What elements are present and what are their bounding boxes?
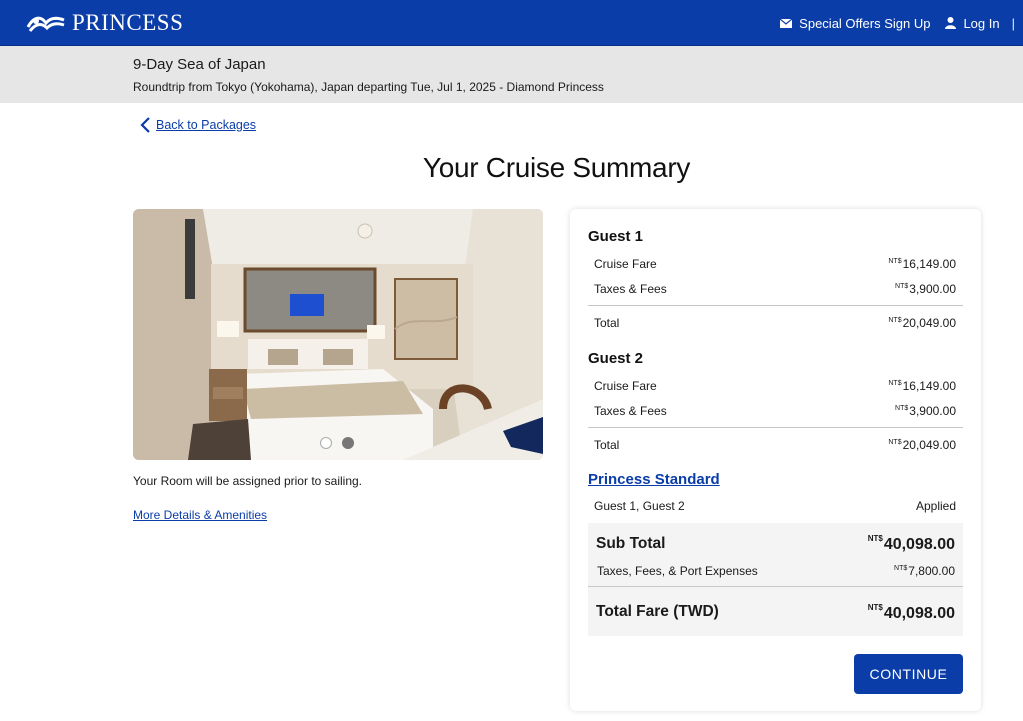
carousel-dot-1[interactable]: [320, 437, 332, 449]
package-guests: Guest 1, Guest 2: [594, 499, 685, 513]
fare-label: Cruise Fare: [594, 257, 657, 271]
port-expenses-amount: NT$7,800.00: [894, 564, 955, 578]
carousel-dot-2[interactable]: [342, 437, 354, 449]
total-fare-label: Total Fare (TWD): [596, 603, 719, 620]
taxes-amount: NT$3,900.00: [895, 282, 956, 296]
total-label: Total: [594, 316, 620, 330]
envelope-icon: [780, 18, 793, 28]
subtotal-label: Sub Total: [596, 535, 666, 552]
guest-1-fare-row: Cruise Fare NT$16,149.00: [594, 257, 956, 271]
guest-2-fare-row: Cruise Fare NT$16,149.00: [594, 379, 956, 393]
divider: [588, 305, 963, 306]
back-label: Back to Packages: [156, 118, 257, 132]
trip-subtitle: Roundtrip from Tokyo (Yokohama), Japan d…: [133, 80, 604, 94]
special-offers-link[interactable]: Special Offers Sign Up: [780, 16, 930, 31]
taxes-label: Taxes & Fees: [594, 282, 667, 296]
divider: [588, 586, 963, 587]
stateroom-image: [133, 209, 543, 460]
princess-logo[interactable]: PRINCESS: [26, 10, 183, 36]
back-to-packages-link[interactable]: Back to Packages: [139, 116, 256, 134]
guest-2-taxes-row: Taxes & Fees NT$3,900.00: [594, 404, 956, 418]
guest-2-total-row: Total NT$20,049.00: [594, 438, 956, 452]
princess-wave-icon: [26, 16, 65, 32]
room-assignment-note: Your Room will be assigned prior to sail…: [133, 474, 363, 488]
top-nav: Special Offers Sign Up Log In |: [780, 0, 1015, 46]
more-details-link[interactable]: More Details & Amenities: [133, 508, 267, 522]
taxes-amount: NT$3,900.00: [895, 404, 956, 418]
special-offers-label: Special Offers Sign Up: [799, 15, 931, 31]
login-label: Log In: [963, 15, 1000, 31]
fare-amount: NT$16,149.00: [888, 257, 956, 271]
logo-text: PRINCESS: [72, 10, 184, 35]
continue-button[interactable]: CONTINUE: [854, 654, 963, 694]
site-header: PRINCESS Special Offers Sign Up Log In |: [0, 0, 1023, 46]
package-name-link[interactable]: Princess Standard: [588, 471, 720, 488]
login-link[interactable]: Log In: [945, 15, 1000, 31]
taxes-label: Taxes & Fees: [594, 404, 667, 418]
fare-label: Cruise Fare: [594, 379, 657, 393]
total-label: Total: [594, 438, 620, 452]
trip-header: 9-Day Sea of Japan Roundtrip from Tokyo …: [0, 46, 1023, 103]
total-amount: NT$20,049.00: [888, 438, 956, 452]
stateroom-photo[interactable]: [133, 209, 543, 460]
package-status: Applied: [915, 499, 956, 513]
guest-1-taxes-row: Taxes & Fees NT$3,900.00: [594, 282, 956, 296]
user-icon: [945, 17, 957, 29]
total-amount: NT$20,049.00: [888, 316, 956, 330]
page-title: Your Cruise Summary: [422, 152, 691, 183]
guest-1-title: Guest 1: [588, 228, 644, 245]
fare-summary-box: Sub Total NT$40,098.00 Taxes, Fees, & Po…: [588, 523, 963, 636]
subtotal-amount: NT$40,098.00: [867, 534, 955, 553]
port-expenses-label: Taxes, Fees, & Port Expenses: [597, 564, 758, 578]
nav-separator: |: [1011, 15, 1015, 31]
fare-amount: NT$16,149.00: [888, 379, 956, 393]
chevron-left-icon: [140, 117, 150, 133]
cruise-summary-card: Guest 1 Cruise Fare NT$16,149.00 Taxes &…: [570, 209, 981, 711]
total-fare-amount: NT$40,098.00: [867, 603, 955, 622]
guest-1-total-row: Total NT$20,049.00: [594, 316, 956, 330]
divider: [588, 427, 963, 428]
trip-title: 9-Day Sea of Japan: [133, 56, 266, 73]
guest-2-title: Guest 2: [588, 350, 644, 367]
package-row: Guest 1, Guest 2 Applied: [594, 499, 956, 513]
